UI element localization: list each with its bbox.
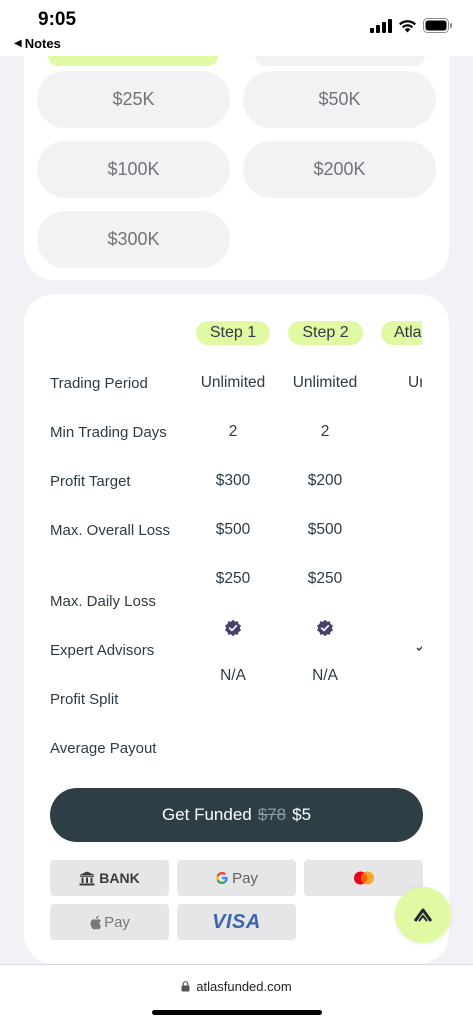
url-display[interactable]: atlasfunded.com xyxy=(0,979,473,994)
amount-300k-button[interactable]: $300K xyxy=(37,211,230,268)
back-arrow-icon: ◀ xyxy=(14,38,22,49)
step2-daily-loss: $250 xyxy=(307,570,343,587)
back-to-notes[interactable]: ◀ Notes xyxy=(14,36,61,51)
wifi-icon xyxy=(399,19,416,32)
rules-card: Step 1 Step 2 Atlas Trading Period Min T… xyxy=(24,294,449,964)
amount-25k-button[interactable]: $25K xyxy=(37,71,230,128)
row-label-max-daily-loss: Max. Daily Loss xyxy=(50,593,156,610)
lock-icon xyxy=(181,981,190,992)
tab-step-1[interactable]: Step 1 xyxy=(196,321,270,345)
mastercard-icon xyxy=(353,871,374,885)
apple-pay-label: Pay xyxy=(104,913,130,931)
payment-bank: BANK xyxy=(50,860,169,896)
cellular-signal-icon xyxy=(370,18,392,33)
cta-old-price: $78 xyxy=(257,805,287,824)
step1-overall-loss: $500 xyxy=(215,521,251,538)
step2-profit-target: $200 xyxy=(307,472,343,489)
cta-new-price: $5 xyxy=(292,805,312,824)
checkmark-icon xyxy=(416,646,422,651)
selected-amount-pill-partial[interactable] xyxy=(48,56,218,66)
url-text: atlasfunded.com xyxy=(196,979,292,994)
visa-label: VISA xyxy=(212,910,261,933)
status-bar: 9:05 ◀ Notes xyxy=(0,0,473,56)
chevron-up-icon xyxy=(413,908,433,922)
battery-icon xyxy=(423,18,452,33)
amount-50k-button[interactable]: $50K xyxy=(243,71,436,128)
payment-mastercard xyxy=(304,860,423,896)
row-label-trading-period: Trading Period xyxy=(50,375,148,392)
amount-pill-partial[interactable] xyxy=(255,56,425,66)
browser-address-bar[interactable]: atlasfunded.com xyxy=(0,964,473,1024)
amount-100k-button[interactable]: $100K xyxy=(37,141,230,198)
amount-200k-button[interactable]: $200K xyxy=(243,141,436,198)
row-label-profit-target: Profit Target xyxy=(50,473,131,490)
step1-min-days: 2 xyxy=(228,423,238,440)
verified-badge-icon xyxy=(225,619,241,637)
row-label-average-payout: Average Payout xyxy=(50,740,157,757)
apple-icon xyxy=(90,915,102,929)
bank-icon xyxy=(79,871,95,885)
verified-badge-icon xyxy=(317,619,333,637)
step1-profit-split: N/A xyxy=(220,667,246,684)
payment-google-pay: Pay xyxy=(177,860,296,896)
status-time: 9:05 xyxy=(38,9,77,30)
step3-column-partial: Unlimited xyxy=(380,294,422,714)
step2-profit-split: N/A xyxy=(312,667,338,684)
step1-daily-loss: $250 xyxy=(215,570,251,587)
step3-trading-period-partial: Unlimited xyxy=(408,374,422,391)
step2-overall-loss: $500 xyxy=(307,521,343,538)
google-g-icon xyxy=(216,872,228,884)
tab-step-2[interactable]: Step 2 xyxy=(288,321,363,345)
step1-trading-period: Unlimited xyxy=(200,374,266,391)
cta-label: Get Funded xyxy=(161,805,252,824)
get-funded-button[interactable]: Get Funded $78 $5 xyxy=(50,788,423,842)
home-indicator[interactable] xyxy=(152,1010,322,1015)
back-label: Notes xyxy=(24,36,61,51)
step2-trading-period: Unlimited xyxy=(292,374,358,391)
step2-min-days: 2 xyxy=(320,423,330,440)
bank-label: BANK xyxy=(99,870,140,886)
row-label-expert-advisors: Expert Advisors xyxy=(50,642,155,659)
row-label-max-overall-loss: Max. Overall Loss xyxy=(50,522,171,539)
gpay-label: Pay xyxy=(232,869,258,887)
payment-apple-pay: Pay xyxy=(50,904,169,940)
step1-profit-target: $300 xyxy=(215,472,251,489)
row-label-min-trading-days: Min Trading Days xyxy=(50,424,167,441)
scroll-top-button[interactable] xyxy=(395,887,451,943)
status-icons xyxy=(370,18,453,33)
row-label-profit-split: Profit Split xyxy=(50,691,119,708)
payment-visa: VISA xyxy=(177,904,296,940)
